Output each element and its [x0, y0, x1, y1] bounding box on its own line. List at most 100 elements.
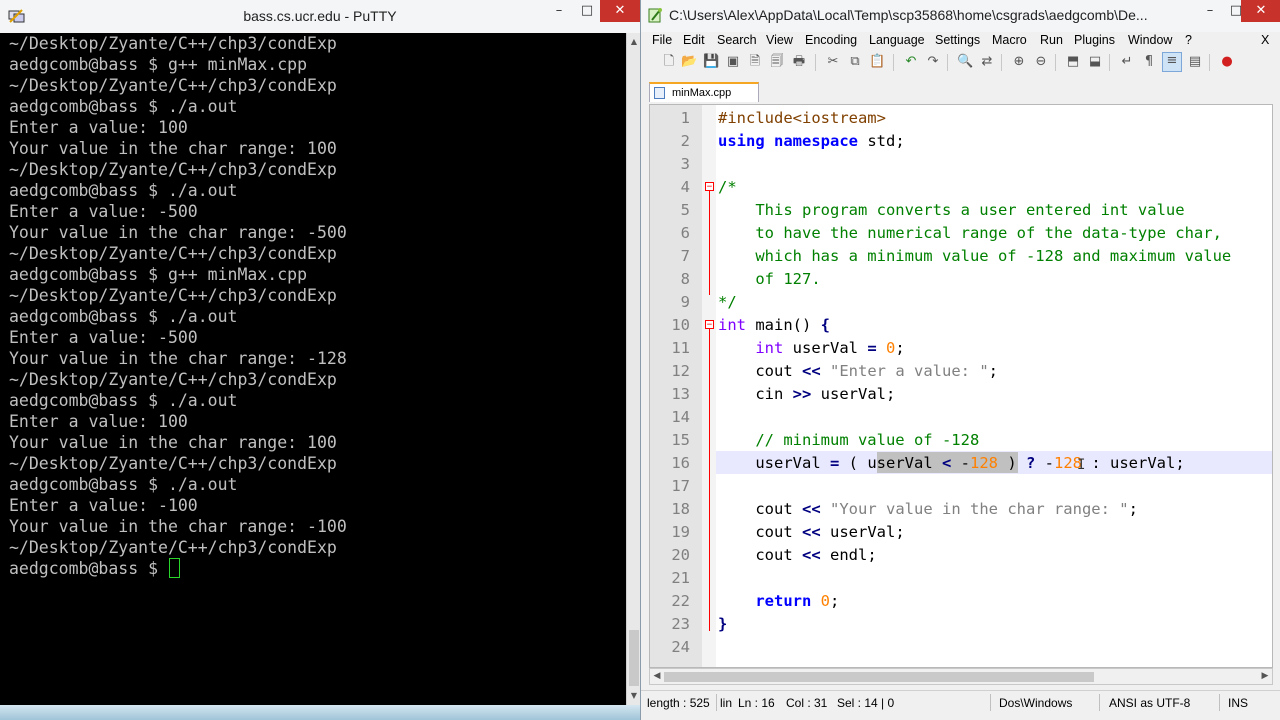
keyword: return — [755, 592, 812, 610]
scroll-up-icon[interactable]: ▲ — [627, 35, 641, 49]
terminal-line: ~/Desktop/Zyante/C++/chp3/condExp — [9, 160, 337, 179]
operator: = — [867, 339, 877, 357]
menu-encoding[interactable]: Encoding — [805, 33, 857, 47]
fold-toggle-icon[interactable]: − — [705, 320, 714, 330]
scrollbar-thumb[interactable] — [629, 630, 639, 686]
menu-settings[interactable]: Settings — [935, 33, 980, 47]
code-line-13: cin >> userVal; — [718, 385, 895, 403]
keyword: using — [718, 132, 765, 150]
code-text: ; — [988, 362, 998, 380]
tab-minmax-cpp[interactable]: minMax.cpp — [649, 82, 759, 102]
status-eol[interactable]: Dos\Windows — [999, 696, 1072, 710]
putty-titlebar[interactable]: bass.cs.ucr.edu - PuTTY – □ ✕ — [0, 0, 640, 34]
print-icon[interactable]: 🖶 — [791, 54, 807, 70]
menu-plugins[interactable]: Plugins — [1074, 33, 1115, 47]
save-all-icon[interactable]: ▣ — [725, 54, 741, 70]
close-button[interactable]: ✕ — [1241, 0, 1280, 22]
menu-language[interactable]: Language — [869, 33, 925, 47]
notepadpp-app-icon[interactable] — [647, 7, 663, 23]
status-column: Col : 31 — [786, 696, 828, 710]
minimize-button[interactable]: – — [1197, 0, 1223, 22]
zoom-out-icon[interactable]: ⊖ — [1033, 54, 1049, 70]
operator: << — [802, 362, 821, 380]
cut-icon[interactable]: ✂ — [825, 54, 841, 70]
terminal-line: Enter a value: 100 — [9, 118, 188, 137]
undo-icon[interactable]: ↶ — [903, 54, 919, 70]
horizontal-scrollbar[interactable]: ◀ ▶ — [649, 668, 1273, 685]
toolbar-separator — [1209, 54, 1210, 71]
copy-icon[interactable]: ⧉ — [847, 54, 863, 70]
line-number: 18 — [671, 500, 690, 518]
fold-toggle-icon[interactable]: − — [705, 182, 714, 192]
code-line-18: cout << "Your value in the char range: "… — [718, 500, 1138, 518]
status-insert-mode[interactable]: INS — [1228, 696, 1248, 710]
maximize-button[interactable]: □ — [574, 0, 600, 22]
line-number: 23 — [671, 615, 690, 633]
menu-macro[interactable]: Macro — [992, 33, 1027, 47]
terminal-line: Your value in the char range: 100 — [9, 433, 337, 452]
scroll-down-icon[interactable]: ▼ — [627, 689, 641, 703]
line-number: 12 — [671, 362, 690, 380]
indent-guide-icon[interactable]: ≡ — [1162, 52, 1182, 72]
menu-file[interactable]: File — [652, 33, 672, 47]
operator: >> — [792, 385, 812, 403]
code-line-7: which has a minimum value of -128 and ma… — [718, 247, 1232, 265]
code-text: std; — [858, 132, 905, 150]
close-all-icon[interactable]: 🗐 — [769, 54, 785, 70]
code-text: ; — [830, 592, 840, 610]
paste-icon[interactable]: 📋 — [869, 54, 885, 70]
menu-search[interactable]: Search — [717, 33, 757, 47]
redo-icon[interactable]: ↷ — [925, 54, 941, 70]
menu-view[interactable]: View — [766, 33, 793, 47]
terminal-scrollbar[interactable]: ▲ ▼ — [626, 33, 641, 705]
status-encoding[interactable]: ANSI as UTF-8 — [1109, 696, 1190, 710]
document-map-icon[interactable]: ▤ — [1187, 54, 1203, 70]
record-macro-icon[interactable]: ● — [1219, 54, 1235, 70]
scroll-right-icon[interactable]: ▶ — [1258, 669, 1272, 684]
open-file-icon[interactable]: 📂 — [681, 54, 697, 70]
close-button[interactable]: ✕ — [600, 0, 640, 22]
find-icon[interactable]: 🔍 — [957, 54, 973, 70]
code-text: ; — [895, 339, 905, 357]
close-file-icon[interactable]: 🗎 — [747, 54, 763, 70]
replace-icon[interactable]: ⇄ — [979, 54, 995, 70]
menu-edit[interactable]: Edit — [683, 33, 705, 47]
terminal-line: ~/Desktop/Zyante/C++/chp3/condExp — [9, 244, 337, 263]
terminal-line: Enter a value: 100 — [9, 412, 188, 431]
code-editor[interactable]: 1 2 3 4 5 6 7 8 9 10 11 12 13 14 15 16 1… — [649, 104, 1273, 668]
code-line-6: to have the numerical range of the data-… — [718, 224, 1222, 242]
fold-line — [709, 191, 710, 295]
code-text: ) — [998, 454, 1026, 472]
word-wrap-icon[interactable]: ↵ — [1119, 54, 1135, 70]
status-separator — [1219, 694, 1220, 711]
terminal-prompt-line[interactable]: aedgcomb@bass $ — [9, 558, 180, 579]
putty-app-icon[interactable] — [8, 8, 26, 24]
putty-title: bass.cs.ucr.edu - PuTTY — [243, 8, 397, 24]
code-text: userVal; — [811, 385, 896, 403]
operator: << — [802, 500, 821, 518]
toolbar-separator — [947, 54, 948, 71]
line-number: 2 — [680, 132, 690, 150]
line-number: 5 — [680, 201, 690, 219]
scroll-left-icon[interactable]: ◀ — [650, 669, 664, 684]
sync-vertical-icon[interactable]: ⬒ — [1065, 54, 1081, 70]
zoom-in-icon[interactable]: ⊕ — [1011, 54, 1027, 70]
save-icon[interactable]: 💾 — [703, 54, 719, 70]
terminal[interactable]: ~/Desktop/Zyante/C++/chp3/condExp aedgco… — [0, 33, 626, 705]
toolbar-separator — [1001, 54, 1002, 71]
string-literal: "Enter a value: " — [830, 362, 989, 380]
sync-horizontal-icon[interactable]: ⬓ — [1087, 54, 1103, 70]
line-number: 21 — [671, 569, 690, 587]
menu-window[interactable]: Window — [1128, 33, 1172, 47]
line-number-gutter: 1 2 3 4 5 6 7 8 9 10 11 12 13 14 15 16 1… — [650, 105, 702, 667]
menu-run[interactable]: Run — [1040, 33, 1063, 47]
menu-help[interactable]: ? — [1185, 33, 1192, 47]
minimize-button[interactable]: – — [544, 0, 574, 22]
code-text: userVal; — [820, 523, 905, 541]
code-line-4: /* — [718, 178, 737, 196]
new-file-icon[interactable]: 🗋 — [661, 54, 677, 70]
show-all-characters-icon[interactable]: ¶ — [1141, 54, 1157, 70]
npp-titlebar[interactable]: C:\Users\Alex\AppData\Local\Temp\scp3586… — [641, 0, 1280, 32]
scrollbar-thumb[interactable] — [664, 672, 1094, 682]
close-document-button[interactable]: X — [1261, 33, 1269, 47]
